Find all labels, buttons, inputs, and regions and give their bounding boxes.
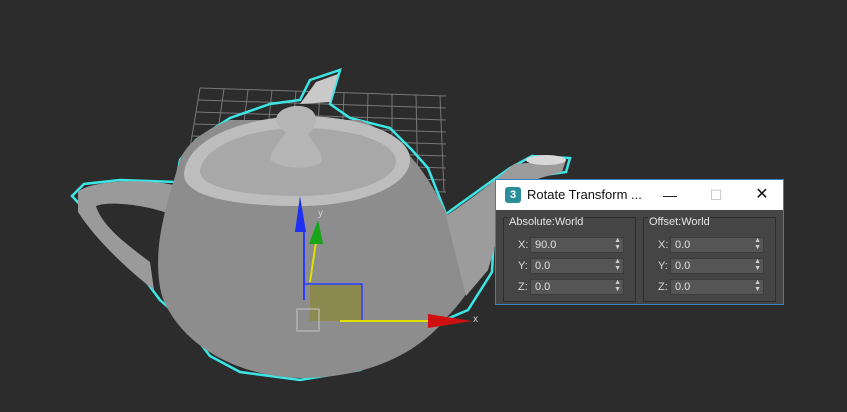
absolute-z-spinner[interactable]: 0.0 ▲ ▼ (530, 279, 624, 295)
axis-label-x: X: (518, 239, 529, 251)
spinner-value: 0.0 (675, 260, 691, 272)
offset-y-row: Y: 0.0 ▲ ▼ (644, 258, 775, 274)
spinner-arrows-icon[interactable]: ▲ ▼ (754, 279, 761, 293)
spinner-value: 0.0 (675, 239, 691, 251)
spinner-value: 90.0 (535, 239, 557, 251)
spinner-value: 0.0 (675, 281, 691, 293)
offset-z-spinner[interactable]: 0.0 ▲ ▼ (670, 279, 764, 295)
offset-world-group: Offset:World X: 0.0 ▲ ▼ Y: 0.0 ▲ ▼ Z: 0.0 … (643, 216, 776, 302)
gizmo-y-label: y (318, 208, 323, 219)
close-button[interactable]: ✕ (739, 180, 785, 210)
spinner-arrows-icon[interactable]: ▲ ▼ (754, 258, 761, 272)
spinner-arrows-icon[interactable]: ▲ ▼ (614, 237, 621, 251)
rotate-transform-dialog: 3 Rotate Transform ... — ☐ ✕ Absolute:Wo… (495, 179, 784, 305)
absolute-world-group: Absolute:World X: 90.0 ▲ ▼ Y: 0.0 ▲ ▼ Z: 0… (503, 216, 636, 302)
spinner-value: 0.0 (535, 281, 551, 293)
axis-label-z: Z: (518, 281, 528, 293)
offset-world-label: Offset:World (648, 216, 711, 228)
absolute-y-row: Y: 0.0 ▲ ▼ (504, 258, 635, 274)
spinner-arrows-icon[interactable]: ▲ ▼ (754, 237, 761, 251)
dialog-title: Rotate Transform ... (527, 187, 642, 202)
offset-z-row: Z: 0.0 ▲ ▼ (644, 279, 775, 295)
axis-label-z: Z: (658, 281, 668, 293)
absolute-x-spinner[interactable]: 90.0 ▲ ▼ (530, 237, 624, 253)
absolute-z-row: Z: 0.0 ▲ ▼ (504, 279, 635, 295)
absolute-world-label: Absolute:World (508, 216, 585, 228)
spinner-arrows-icon[interactable]: ▲ ▼ (614, 258, 621, 272)
gizmo-xy-plane[interactable] (310, 285, 362, 321)
offset-y-spinner[interactable]: 0.0 ▲ ▼ (670, 258, 764, 274)
offset-x-row: X: 0.0 ▲ ▼ (644, 237, 775, 253)
spout-tip (526, 155, 566, 165)
maximize-button[interactable]: ☐ (693, 180, 739, 210)
spinner-arrows-icon[interactable]: ▲ ▼ (614, 279, 621, 293)
absolute-x-row: X: 90.0 ▲ ▼ (504, 237, 635, 253)
offset-x-spinner[interactable]: 0.0 ▲ ▼ (670, 237, 764, 253)
gizmo-x-label: x (473, 314, 478, 325)
3dsmax-app-icon: 3 (505, 187, 521, 203)
absolute-y-spinner[interactable]: 0.0 ▲ ▼ (530, 258, 624, 274)
axis-label-y: Y: (658, 260, 668, 272)
gizmo-x-arrow[interactable] (428, 314, 472, 328)
spinner-value: 0.0 (535, 260, 551, 272)
dialog-titlebar[interactable]: 3 Rotate Transform ... — ☐ ✕ (496, 180, 783, 210)
axis-label-y: Y: (518, 260, 528, 272)
axis-label-x: X: (658, 239, 669, 251)
minimize-button[interactable]: — (647, 180, 693, 210)
